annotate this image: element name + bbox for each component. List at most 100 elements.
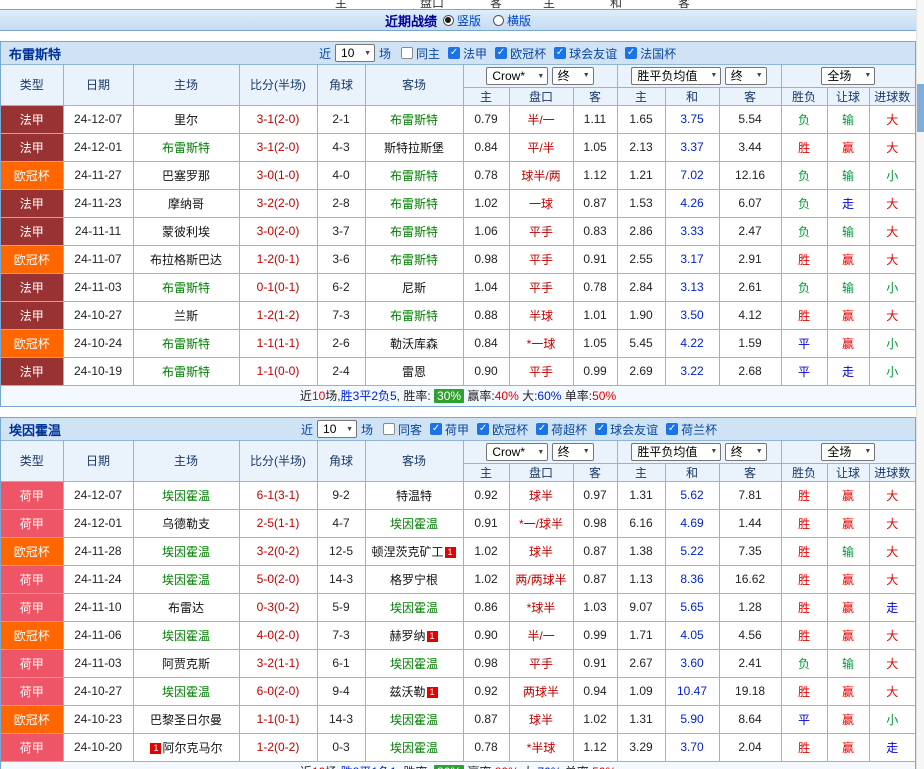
team-name-link[interactable]: 埃因霍温 [162, 489, 210, 503]
cell-home-team[interactable]: 埃因霍温 [133, 621, 240, 650]
cell-home-team[interactable]: 布雷斯特 [133, 273, 240, 302]
cell-away-team[interactable]: 布雷斯特 [365, 245, 464, 274]
cell-home-team[interactable]: 1 阿尔克马尔 [133, 733, 240, 762]
team-name-link[interactable]: 布雷斯特 [390, 225, 438, 239]
cell-away-team[interactable]: 兹沃勒 1 [365, 677, 464, 706]
team-name-link[interactable]: 兰斯 [174, 309, 198, 323]
cell-home-team[interactable]: 摩纳哥 [133, 189, 240, 218]
bookmaker-select[interactable]: Crow* ▼ [486, 443, 549, 461]
europe-state-select[interactable]: 终 ▼ [724, 66, 767, 85]
bookmaker-select[interactable]: Crow* ▼ [486, 67, 549, 85]
cell-away-team[interactable]: 埃因霍温 [365, 649, 464, 678]
team-name-link[interactable]: 埃因霍温 [162, 545, 210, 559]
europe-odds-select[interactable]: 胜平负均值 ▼ [631, 442, 722, 461]
team-name-link[interactable]: 阿尔克马尔 [162, 741, 222, 755]
cell-home-team[interactable]: 巴黎圣日尔曼 [133, 705, 240, 734]
cell-home-team[interactable]: 乌德勒支 [133, 509, 240, 538]
cell-home-team[interactable]: 兰斯 [133, 301, 240, 330]
filter-checkbox-球会友谊[interactable]: ✓ 球会友谊 [554, 45, 617, 62]
cell-away-team[interactable]: 格罗宁根 [365, 565, 464, 594]
cell-home-team[interactable]: 巴塞罗那 [133, 161, 240, 190]
cell-home-team[interactable]: 蒙彼利埃 [133, 217, 240, 246]
team-name-link[interactable]: 布拉格斯巴达 [150, 253, 222, 267]
cell-home-team[interactable]: 阿贾克斯 [133, 649, 240, 678]
filter-checkbox-荷甲[interactable]: ✓ 荷甲 [430, 421, 469, 438]
cell-away-team[interactable]: 埃因霍温 [365, 705, 464, 734]
team-name-link[interactable]: 尼斯 [402, 281, 426, 295]
cell-away-team[interactable]: 顿涅茨克矿工 1 [365, 537, 464, 566]
team-name-link[interactable]: 埃因霍温 [390, 657, 438, 671]
team-name-link[interactable]: 布雷斯特 [390, 253, 438, 267]
team-name-link[interactable]: 巴黎圣日尔曼 [150, 713, 222, 727]
team-name-link[interactable]: 埃因霍温 [162, 685, 210, 699]
filter-checkbox-欧冠杯[interactable]: ✓ 欧冠杯 [495, 45, 546, 62]
filter-checkbox-同主[interactable]: 同主 [401, 45, 440, 62]
team-name-link[interactable]: 埃因霍温 [390, 741, 438, 755]
cell-home-team[interactable]: 布雷斯特 [133, 133, 240, 162]
filter-checkbox-同客[interactable]: 同客 [383, 421, 422, 438]
team-name-link[interactable]: 勒沃库森 [390, 337, 438, 351]
layout-radio-竖版[interactable]: 竖版 [442, 12, 481, 29]
cell-away-team[interactable]: 布雷斯特 [365, 189, 464, 218]
cell-home-team[interactable]: 布拉格斯巴达 [133, 245, 240, 274]
team-name-link[interactable]: 里尔 [174, 113, 198, 127]
filter-checkbox-法甲[interactable]: ✓ 法甲 [448, 45, 487, 62]
filter-checkbox-法国杯[interactable]: ✓ 法国杯 [625, 45, 676, 62]
cell-away-team[interactable]: 埃因霍温 [365, 509, 464, 538]
section-team-name[interactable]: 埃因霍温 [9, 420, 61, 439]
cell-home-team[interactable]: 埃因霍温 [133, 565, 240, 594]
match-count-select[interactable]: 10 ▼ [335, 44, 376, 62]
team-name-link[interactable]: 布雷斯特 [390, 309, 438, 323]
cell-away-team[interactable]: 尼斯 [365, 273, 464, 302]
scrollbar[interactable] [916, 0, 924, 769]
match-count-select[interactable]: 10 ▼ [317, 420, 358, 438]
team-name-link[interactable]: 埃因霍温 [390, 601, 438, 615]
team-name-link[interactable]: 雷恩 [402, 365, 426, 379]
team-name-link[interactable]: 布雷斯特 [162, 337, 210, 351]
bookmaker-state-select[interactable]: 终 ▼ [551, 66, 594, 85]
team-name-link[interactable]: 格罗宁根 [390, 573, 438, 587]
team-name-link[interactable]: 埃因霍温 [390, 517, 438, 531]
filter-checkbox-欧冠杯[interactable]: ✓ 欧冠杯 [477, 421, 528, 438]
cell-home-team[interactable]: 埃因霍温 [133, 481, 240, 510]
cell-away-team[interactable]: 特温特 [365, 481, 464, 510]
team-name-link[interactable]: 摩纳哥 [168, 197, 204, 211]
cell-away-team[interactable]: 布雷斯特 [365, 105, 464, 134]
team-name-link[interactable]: 斯特拉斯堡 [384, 141, 444, 155]
section-team-name[interactable]: 布雷斯特 [9, 44, 61, 63]
team-name-link[interactable]: 布雷斯特 [162, 141, 210, 155]
team-name-link[interactable]: 埃因霍温 [162, 629, 210, 643]
team-name-link[interactable]: 埃因霍温 [390, 713, 438, 727]
filter-checkbox-荷超杯[interactable]: ✓ 荷超杯 [536, 421, 587, 438]
team-name-link[interactable]: 布雷斯特 [162, 281, 210, 295]
filter-checkbox-球会友谊[interactable]: ✓ 球会友谊 [595, 421, 658, 438]
cell-home-team[interactable]: 布雷斯特 [133, 329, 240, 358]
scrollbar-thumb[interactable] [917, 84, 924, 132]
cell-home-team[interactable]: 里尔 [133, 105, 240, 134]
team-name-link[interactable]: 赫罗纳 [389, 629, 425, 643]
team-name-link[interactable]: 布雷达 [168, 601, 204, 615]
team-name-link[interactable]: 布雷斯特 [390, 169, 438, 183]
cell-away-team[interactable]: 勒沃库森 [365, 329, 464, 358]
bookmaker-state-select[interactable]: 终 ▼ [551, 442, 594, 461]
layout-radio-横版[interactable]: 横版 [493, 12, 531, 29]
cell-home-team[interactable]: 布雷达 [133, 593, 240, 622]
cell-away-team[interactable]: 布雷斯特 [365, 301, 464, 330]
cell-away-team[interactable]: 埃因霍温 [365, 733, 464, 762]
team-name-link[interactable]: 阿贾克斯 [162, 657, 210, 671]
team-name-link[interactable]: 布雷斯特 [390, 113, 438, 127]
europe-state-select[interactable]: 终 ▼ [724, 442, 767, 461]
cell-home-team[interactable]: 布雷斯特 [133, 357, 240, 386]
cell-home-team[interactable]: 埃因霍温 [133, 677, 240, 706]
team-name-link[interactable]: 兹沃勒 [389, 685, 425, 699]
team-name-link[interactable]: 顿涅茨克矿工 [371, 545, 443, 559]
team-name-link[interactable]: 蒙彼利埃 [162, 225, 210, 239]
team-name-link[interactable]: 布雷斯特 [162, 365, 210, 379]
cell-home-team[interactable]: 埃因霍温 [133, 537, 240, 566]
scope-select[interactable]: 全场 ▼ [821, 66, 876, 85]
europe-odds-select[interactable]: 胜平负均值 ▼ [631, 66, 722, 85]
team-name-link[interactable]: 乌德勒支 [162, 517, 210, 531]
cell-away-team[interactable]: 布雷斯特 [365, 161, 464, 190]
team-name-link[interactable]: 布雷斯特 [390, 197, 438, 211]
team-name-link[interactable]: 埃因霍温 [162, 573, 210, 587]
